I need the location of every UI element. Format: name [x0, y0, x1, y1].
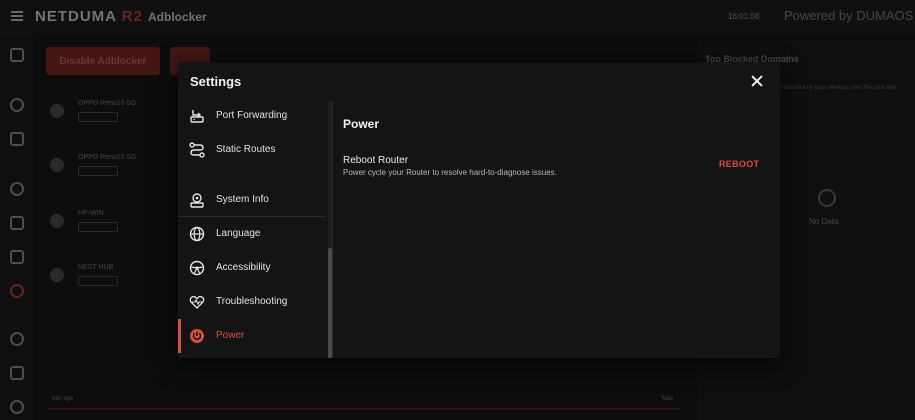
close-icon[interactable]	[746, 70, 768, 92]
nav-item-troubleshooting[interactable]: Troubleshooting	[178, 285, 326, 319]
nav-item-label: Troubleshooting	[216, 296, 288, 307]
nav-item-label: System Info	[216, 194, 269, 205]
nav-item-static-routes[interactable]: Static Routes	[178, 133, 326, 167]
nav-item-system-info[interactable]: System Info	[178, 183, 326, 217]
section-title: Power	[343, 117, 380, 131]
port-forwarding-icon	[190, 110, 204, 123]
accessibility-icon	[189, 260, 205, 276]
nav-item-label: Accessibility	[216, 262, 271, 273]
settings-dialog: Settings Port Forwarding Static Routes S…	[178, 62, 780, 358]
nav-item-power[interactable]: Power	[178, 319, 326, 353]
heart-pulse-icon	[189, 295, 205, 309]
setting-title: Reboot Router	[343, 155, 409, 166]
power-icon	[190, 329, 204, 343]
setting-description: Power cycle your Router to resolve hard-…	[343, 168, 557, 177]
settings-content: Power Reboot Router Power cycle your Rou…	[333, 101, 780, 358]
nav-item-language[interactable]: Language	[178, 217, 326, 251]
system-info-icon	[190, 193, 204, 208]
nav-item-label: Static Routes	[216, 144, 276, 155]
nav-item-label: Port Forwarding	[216, 110, 288, 121]
settings-nav: Port Forwarding Static Routes System Inf…	[178, 101, 328, 358]
reboot-button[interactable]: REBOOT	[719, 159, 759, 169]
dialog-title: Settings	[190, 74, 242, 89]
nav-item-label: Language	[216, 228, 261, 239]
nav-item-accessibility[interactable]: Accessibility	[178, 251, 326, 285]
routes-icon	[189, 142, 205, 158]
nav-item-label: Power	[216, 330, 245, 341]
nav-item-port-forwarding[interactable]: Port Forwarding	[178, 101, 326, 133]
globe-icon	[189, 226, 205, 242]
